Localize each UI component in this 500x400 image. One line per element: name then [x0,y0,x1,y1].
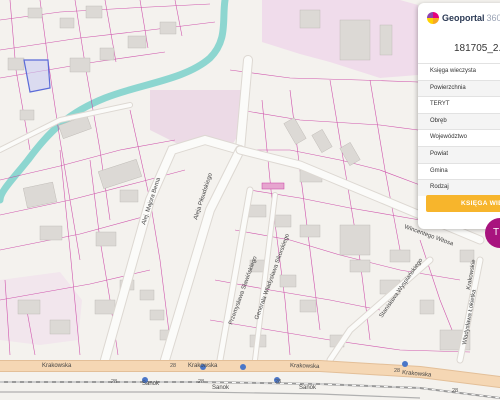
brand[interactable]: Geoportal 360.pl [427,12,500,24]
parcel-details: Księga wieczysta Powierzchnia TERYT Obrę… [418,63,500,196]
street-label: Sanok [142,381,160,387]
land-registry-button[interactable]: KSIĘGA WIECZYSTA [426,195,500,212]
geoportal-logo-icon [427,12,439,24]
street-label: Krakowska [42,363,72,369]
detail-row: Gmina [418,162,500,180]
point-marker [261,182,285,190]
detail-row: Powiat [418,145,500,163]
detail-row: Księga wieczysta [418,63,500,80]
parcel-id: 181705_2.00 [454,43,500,54]
parcel-info-panel: Geoportal 360.pl 181705_2.00 Księga wiec… [418,3,500,229]
street-label: Krakowska [290,363,320,370]
street-label: Krakowska [188,363,218,369]
road-number: 28 [275,379,281,385]
road-number: 28 [198,379,204,385]
detail-row: TERYT [418,96,500,113]
detail-row: Rodzaj [418,179,500,196]
detail-row: Województwo [418,129,500,146]
road-number: 28 [111,379,117,385]
detail-row: Powierzchnia [418,79,500,97]
road-number: 28 [452,388,458,394]
street-label: Sanok [212,385,230,391]
brand-name: Geoportal [442,13,485,23]
road-number: 28 [170,363,176,369]
street-label: Sanok [299,385,317,391]
road-number: 28 [394,368,400,374]
detail-row: Obręb [418,112,500,130]
brand-suffix: 360.pl [486,13,500,23]
